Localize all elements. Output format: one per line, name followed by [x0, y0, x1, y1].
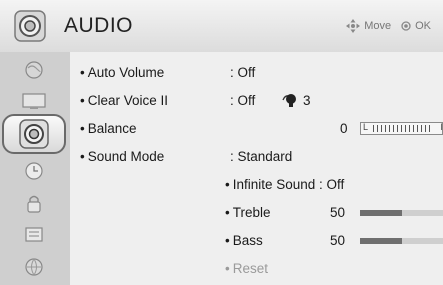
auto-volume-value: : Off	[230, 65, 256, 80]
bass-level-fill	[360, 238, 402, 244]
menu-row-balance[interactable]: Balance 0 L R	[70, 117, 443, 141]
bass-level-bar[interactable]	[360, 238, 443, 244]
audio-settings-screen: AUDIO Move OK • Auto Volume: Off • Clea…	[0, 0, 443, 285]
balance-ticks	[373, 125, 433, 132]
menu-row-treble[interactable]: Treble 50	[70, 201, 443, 225]
auto-volume-label: Auto Volume	[80, 65, 165, 80]
clear-voice-label: Clear Voice II	[80, 93, 168, 108]
menu-row-clear-voice[interactable]: Clear Voice II : Off 3	[70, 89, 443, 113]
lock-icon	[27, 195, 41, 213]
sidebar-item-network[interactable]	[6, 255, 62, 279]
menu-row-bass[interactable]: Bass 50	[70, 229, 443, 253]
sound-mode-value: : Standard	[230, 149, 293, 164]
network-icon	[25, 258, 43, 276]
move-arrows-icon	[346, 19, 361, 33]
tv-screen-icon	[22, 93, 46, 109]
bass-value: 50	[330, 233, 346, 248]
clear-voice-level: 3	[303, 93, 311, 108]
bass-label: Bass	[225, 233, 263, 248]
option-icon	[25, 227, 43, 242]
sound-mode-label: Sound Mode	[80, 149, 165, 164]
ok-hint-label: OK	[415, 20, 431, 32]
treble-level-fill	[360, 210, 402, 216]
audio-options-list: Auto Volume : Off Clear Voice II : Off 3…	[70, 52, 443, 285]
infinite-sound-label: Infinite Sound : Off	[225, 177, 345, 192]
clock-icon	[25, 162, 43, 180]
sidebar-item-lock[interactable]	[6, 191, 62, 215]
audio-speaker-icon	[19, 119, 49, 149]
balance-value: 0	[340, 121, 348, 136]
balance-scale[interactable]: L R	[360, 122, 443, 135]
speaker-icon	[14, 10, 46, 42]
sidebar-item-option[interactable]	[6, 222, 62, 246]
sidebar-item-screen[interactable]	[6, 89, 62, 113]
treble-label: Treble	[225, 205, 271, 220]
treble-value: 50	[330, 205, 346, 220]
navigation-hint: Move OK	[346, 19, 431, 33]
menu-row-auto-volume[interactable]: Auto Volume : Off	[70, 61, 443, 85]
sidebar-item-time[interactable]	[6, 159, 62, 183]
menu-row-reset: Reset	[70, 257, 443, 281]
page-title: AUDIO	[64, 14, 134, 37]
sidebar-item-audio[interactable]	[2, 114, 66, 154]
picture-globe-icon	[25, 61, 43, 79]
category-sidebar	[0, 52, 70, 285]
menu-row-infinite-sound[interactable]: Infinite Sound : Off	[70, 173, 443, 197]
reset-label: Reset	[225, 261, 268, 276]
sidebar-item-picture[interactable]	[6, 58, 62, 82]
menu-header: AUDIO Move OK	[0, 0, 443, 52]
balance-left-mark: L	[363, 122, 369, 132]
voice-speaker-icon	[282, 94, 296, 107]
balance-label: Balance	[80, 121, 137, 136]
menu-row-sound-mode[interactable]: Sound Mode : Standard	[70, 145, 443, 169]
move-hint-label: Move	[364, 20, 392, 32]
ok-button-icon	[401, 21, 411, 31]
treble-level-bar[interactable]	[360, 210, 443, 216]
clear-voice-value: : Off	[230, 93, 256, 108]
